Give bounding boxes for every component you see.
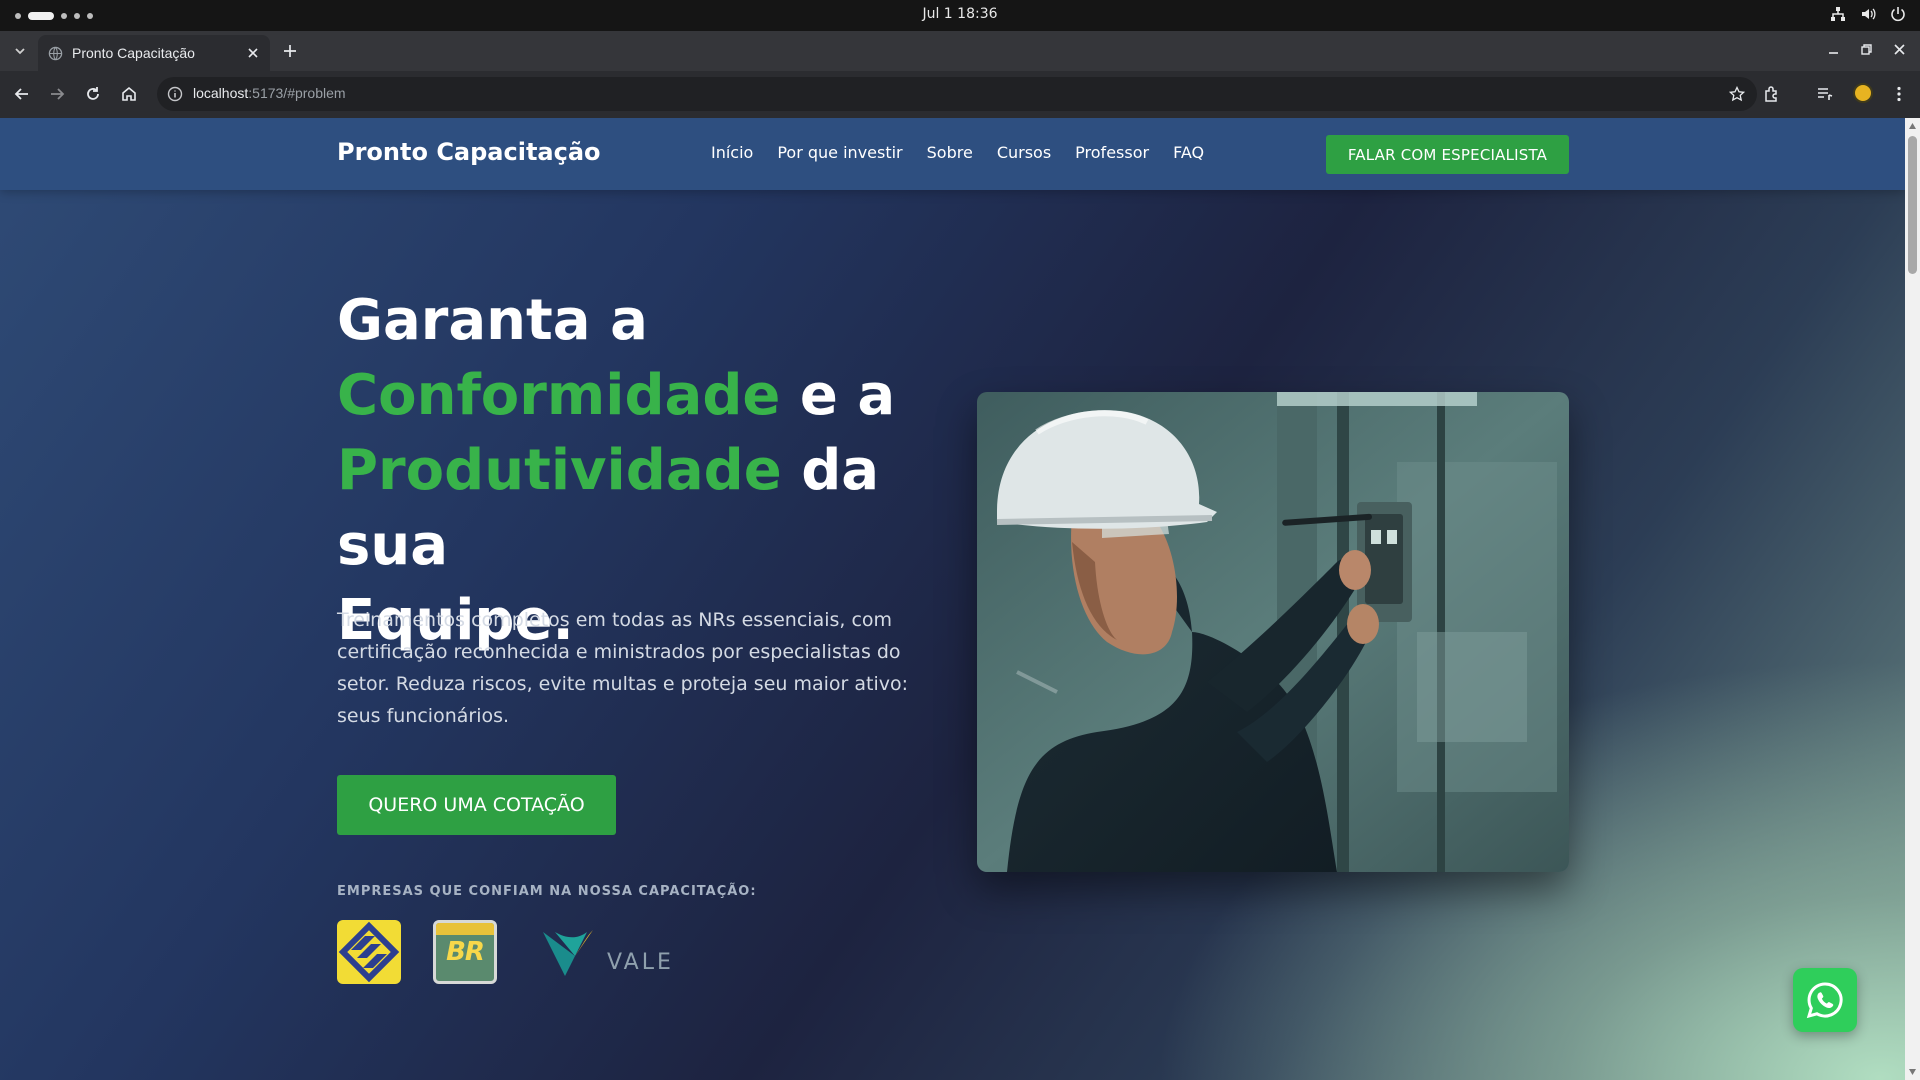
system-tray[interactable] (1830, 6, 1906, 22)
url-host: localhost (193, 85, 249, 101)
browser-tab[interactable]: Pronto Capacitação (38, 35, 270, 71)
url-text[interactable]: localhost:5173/#problem (193, 85, 346, 101)
br-logo-text: BR (446, 937, 485, 967)
os-clock[interactable]: Jul 1 18:36 (0, 6, 1920, 22)
nav-link-sobre[interactable]: Sobre (927, 143, 973, 162)
tab-list-chevron-icon[interactable] (12, 43, 28, 59)
minimize-icon[interactable] (1827, 43, 1840, 56)
banco-do-brasil-logo-icon (338, 921, 400, 983)
browser-chrome: Pronto Capacitação localhost:5173/#probl… (0, 31, 1920, 118)
extensions-puzzle-icon[interactable] (1763, 85, 1781, 103)
hero-title-accent: Conformidade (337, 363, 781, 428)
new-tab-plus-icon[interactable] (283, 44, 297, 58)
whatsapp-icon (1806, 982, 1843, 1019)
hero-title-part: Garanta a (337, 288, 648, 353)
browser-menu-kebab-icon[interactable] (1890, 85, 1908, 103)
hero-title-part: e a (780, 363, 896, 428)
worker-installing-panel-illustration (977, 392, 1569, 872)
trusted-companies-label: EMPRESAS QUE CONFIAM NA NOSSA CAPACITAÇÃ… (337, 884, 757, 899)
vale-logo: VALE (543, 930, 674, 976)
nav-links: Início Por que investir Sobre Cursos Pro… (711, 143, 1204, 162)
petrobras-br-logo: BR (433, 920, 497, 984)
nav-link-faq[interactable]: FAQ (1173, 143, 1204, 162)
os-top-bar: Jul 1 18:36 (0, 0, 1920, 31)
scroll-up-arrow-icon[interactable] (1908, 122, 1917, 130)
scrollbar-thumb[interactable] (1908, 136, 1917, 274)
br-logo-band (436, 923, 494, 935)
whatsapp-chat-button[interactable] (1793, 968, 1857, 1032)
address-bar[interactable]: localhost:5173/#problem (157, 77, 1757, 111)
url-path: :5173/#problem (248, 85, 346, 101)
browser-toolbar: localhost:5173/#problem (0, 71, 1920, 118)
home-icon[interactable] (120, 85, 138, 103)
hero-title-accent: Produtividade (337, 438, 782, 503)
hero-description: Treinamentos completos em todas as NRs e… (337, 609, 909, 727)
hero-worker-image (977, 392, 1569, 872)
back-arrow-icon[interactable] (13, 85, 31, 103)
reload-icon[interactable] (84, 85, 102, 103)
profile-avatar[interactable] (1853, 83, 1873, 103)
site-info-icon[interactable] (167, 86, 183, 102)
hero-title: Garanta a Conformidade e a Produtividade d… (337, 283, 977, 658)
vale-logo-text: VALE (607, 950, 674, 975)
tab-title: Pronto Capacitação (72, 45, 195, 61)
site-navbar: Pronto Capacitação Início Por que invest… (0, 118, 1905, 190)
window-controls (1827, 43, 1906, 56)
restore-icon[interactable] (1860, 43, 1873, 56)
web-page: Pronto Capacitação Início Por que invest… (0, 118, 1905, 1080)
volume-icon[interactable] (1860, 6, 1876, 22)
globe-icon (48, 46, 63, 61)
forward-arrow-icon[interactable] (48, 85, 66, 103)
nav-link-professor[interactable]: Professor (1075, 143, 1149, 162)
nav-link-cursos[interactable]: Cursos (997, 143, 1051, 162)
nav-link-inicio[interactable]: Início (711, 143, 753, 162)
site-brand[interactable]: Pronto Capacitação (337, 138, 601, 166)
close-window-icon[interactable] (1893, 43, 1906, 56)
request-quote-button[interactable]: QUERO UMA COTAÇÃO (337, 775, 616, 835)
nav-link-por-que-investir[interactable]: Por que investir (777, 143, 902, 162)
bookmark-star-icon[interactable] (1729, 86, 1745, 102)
power-icon[interactable] (1890, 6, 1906, 22)
media-controls-icon[interactable] (1816, 85, 1834, 103)
close-tab-icon[interactable] (246, 46, 260, 60)
talk-to-specialist-button[interactable]: FALAR COM ESPECIALISTA (1326, 135, 1569, 174)
banco-do-brasil-logo (337, 920, 401, 984)
network-icon[interactable] (1830, 6, 1846, 22)
scroll-down-arrow-icon[interactable] (1908, 1068, 1917, 1076)
page-scrollbar[interactable] (1905, 118, 1920, 1080)
